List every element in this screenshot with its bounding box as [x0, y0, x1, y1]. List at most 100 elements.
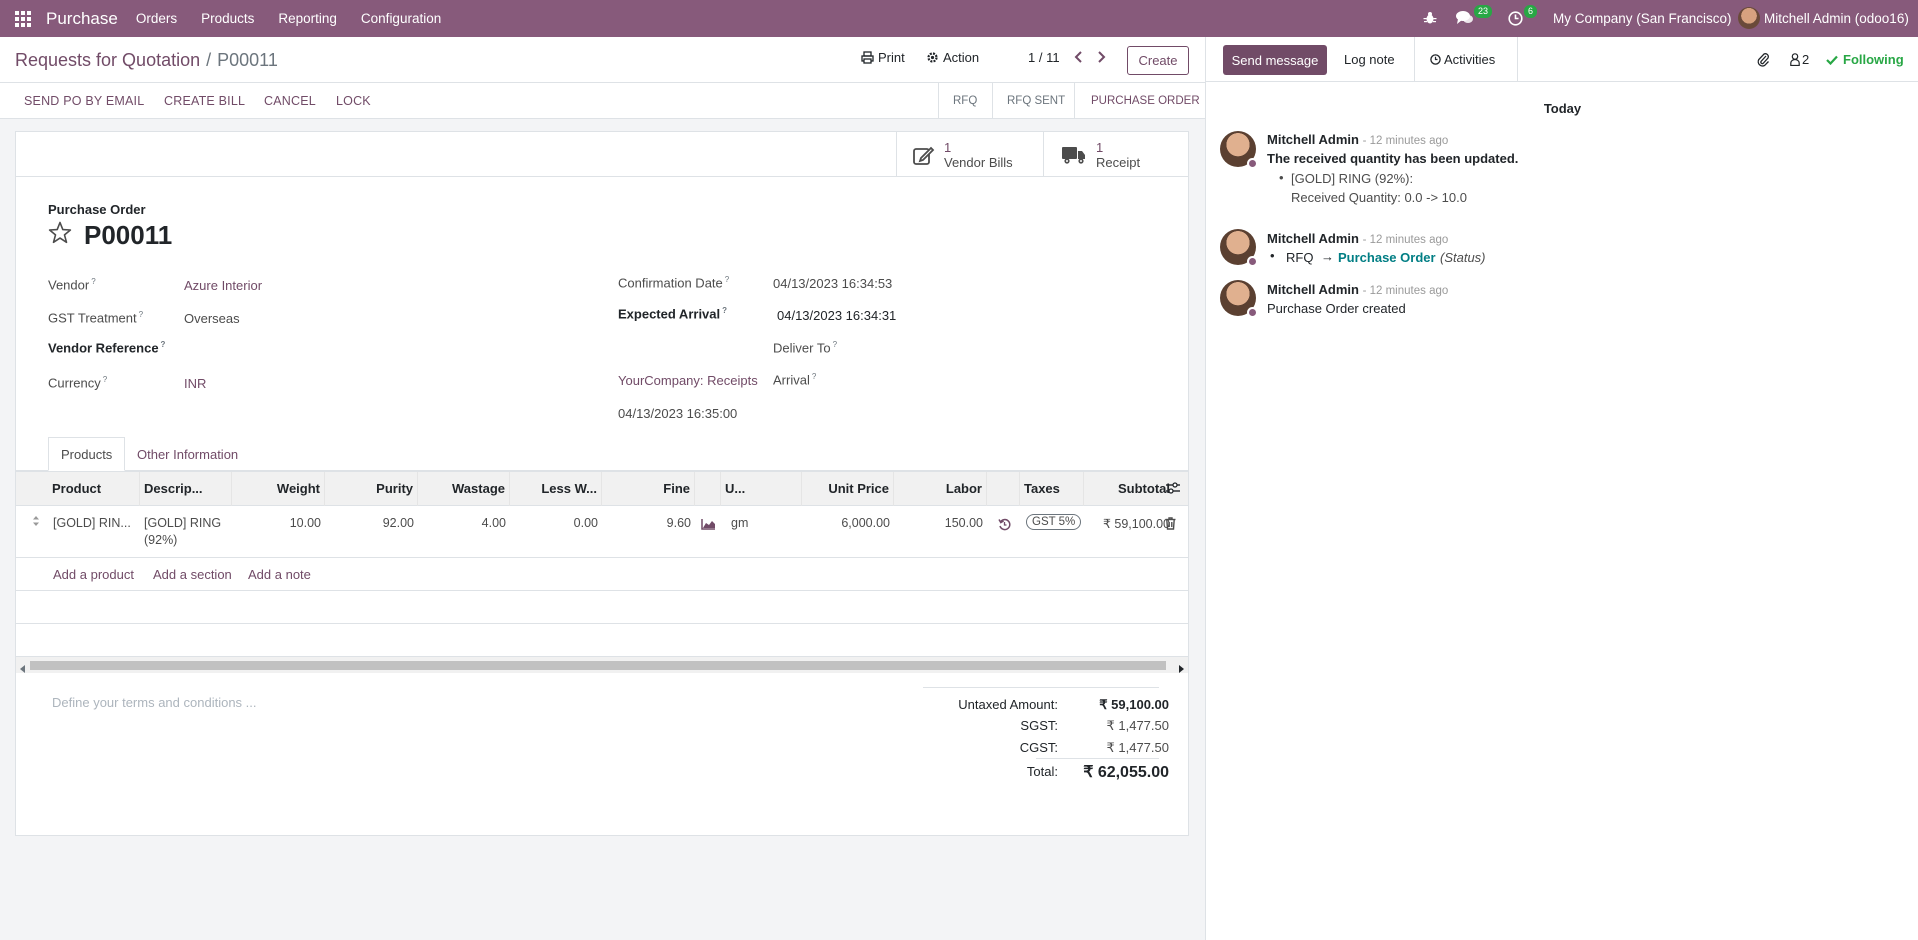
avatar[interactable]: [1220, 131, 1258, 169]
col-uom[interactable]: U...: [721, 472, 802, 506]
tax-tag[interactable]: GST 5%: [1026, 514, 1082, 530]
avatar[interactable]: [1220, 280, 1258, 318]
message-body: The received quantity has been updated.: [1267, 151, 1519, 166]
expected-arrival-field[interactable]: 04/13/2023 16:34:31: [777, 308, 896, 323]
total-value: ₹ 62,055.00: [1083, 764, 1169, 781]
send-message-button[interactable]: Send message: [1223, 45, 1327, 75]
col-product[interactable]: Product: [48, 472, 140, 506]
print-button[interactable]: Print: [861, 50, 905, 65]
create-button[interactable]: Create: [1127, 46, 1189, 75]
scrollbar-thumb[interactable]: [30, 661, 1166, 670]
col-weight[interactable]: Weight: [232, 472, 325, 506]
action-button[interactable]: Action: [926, 50, 979, 65]
col-description[interactable]: Descrip...: [140, 472, 232, 506]
menu-reporting[interactable]: Reporting: [278, 11, 337, 26]
company-switcher[interactable]: My Company (San Francisco): [1553, 11, 1732, 26]
breadcrumb-current: P00011: [217, 50, 278, 70]
tab-products[interactable]: Products: [48, 437, 126, 471]
cell-wastage[interactable]: 4.00: [418, 516, 506, 530]
message-author[interactable]: Mitchell Admin - 12 minutes ago: [1267, 132, 1448, 147]
add-section-link[interactable]: Add a section: [153, 567, 232, 582]
row-handle-icon[interactable]: [32, 515, 40, 530]
cell-purity[interactable]: 92.00: [325, 516, 414, 530]
col-fine[interactable]: Fine: [602, 472, 695, 506]
col-history: [987, 472, 1020, 506]
history-icon[interactable]: [998, 518, 1011, 534]
apps-menu-icon[interactable]: [0, 0, 46, 37]
cell-description-line1[interactable]: [GOLD] RING: [144, 516, 221, 530]
menu-configuration[interactable]: Configuration: [361, 11, 441, 26]
terms-input[interactable]: Define your terms and conditions ...: [52, 695, 257, 710]
col-purity[interactable]: Purity: [325, 472, 418, 506]
lock-button[interactable]: LOCK: [336, 94, 371, 108]
col-unit-price[interactable]: Unit Price: [802, 472, 894, 506]
menu-products[interactable]: Products: [201, 11, 254, 26]
vendor-reference-field[interactable]: [184, 336, 584, 358]
col-subtotal[interactable]: Subtotal: [1084, 472, 1174, 506]
col-wastage[interactable]: Wastage: [418, 472, 510, 506]
gst-treatment-field[interactable]: Overseas: [184, 311, 240, 326]
vendor-field[interactable]: Azure Interior: [184, 278, 262, 293]
user-avatar[interactable]: [1738, 7, 1760, 29]
forecast-chart-icon[interactable]: [701, 518, 716, 533]
cell-uom[interactable]: gm: [731, 516, 748, 530]
followers-button[interactable]: 2: [1790, 52, 1809, 67]
receipt-smart-button[interactable]: 1 Receipt: [1043, 132, 1188, 177]
cancel-button[interactable]: CANCEL: [264, 94, 316, 108]
cell-description-line2[interactable]: (92%): [144, 533, 177, 547]
cell-less-weight[interactable]: 0.00: [510, 516, 598, 530]
pager-previous-icon[interactable]: [1074, 51, 1084, 66]
send-po-by-email-button[interactable]: SEND PO BY EMAIL: [24, 94, 144, 108]
col-less-weight[interactable]: Less W...: [510, 472, 602, 506]
message-body: Purchase Order created: [1267, 301, 1406, 316]
picking-type-field[interactable]: YourCompany: Receipts: [618, 373, 758, 388]
confirmation-date-field[interactable]: 04/13/2023 16:34:53: [773, 276, 892, 291]
add-note-link[interactable]: Add a note: [248, 567, 311, 582]
add-product-link[interactable]: Add a product: [53, 567, 134, 582]
breadcrumb-rfq-link[interactable]: Requests for Quotation: [15, 50, 200, 70]
avatar[interactable]: [1220, 229, 1258, 267]
stage-rfq[interactable]: RFQ: [938, 83, 990, 119]
online-status-dot: [1247, 158, 1258, 169]
tracking-new-value: Purchase Order: [1338, 250, 1436, 265]
vendor-bills-smart-button[interactable]: 1 Vendor Bills: [896, 132, 1043, 177]
attachment-paperclip-icon[interactable]: [1756, 52, 1770, 70]
message-author[interactable]: Mitchell Admin - 12 minutes ago: [1267, 231, 1448, 246]
receipt-count: 1: [1096, 139, 1104, 155]
col-labor[interactable]: Labor: [894, 472, 987, 506]
stage-rfq-sent[interactable]: RFQ SENT: [992, 83, 1074, 119]
message-author[interactable]: Mitchell Admin - 12 minutes ago: [1267, 282, 1448, 297]
user-menu[interactable]: Mitchell Admin (odoo16): [1764, 11, 1909, 26]
tracking-old-value: RFQ: [1286, 250, 1314, 265]
pager-next-icon[interactable]: [1096, 51, 1106, 66]
deliver-to-label: Deliver To?: [773, 340, 838, 356]
currency-label: Currency?: [48, 375, 108, 391]
messages-icon[interactable]: [1456, 10, 1474, 29]
priority-star-icon[interactable]: [48, 221, 72, 247]
log-note-button[interactable]: Log note: [1344, 37, 1395, 82]
create-bill-button[interactable]: CREATE BILL: [164, 94, 245, 108]
horizontal-scrollbar[interactable]: [16, 657, 1188, 673]
activities-button[interactable]: Activities: [1430, 37, 1495, 82]
currency-field[interactable]: INR: [184, 376, 206, 391]
debug-bug-icon[interactable]: [1423, 11, 1437, 28]
cell-labor[interactable]: 150.00: [894, 516, 983, 530]
delete-trash-icon[interactable]: [1165, 517, 1176, 533]
app-name[interactable]: Purchase: [46, 9, 118, 29]
menu-orders[interactable]: Orders: [136, 11, 177, 26]
cell-weight[interactable]: 10.00: [232, 516, 321, 530]
optional-columns-icon[interactable]: [1166, 482, 1180, 497]
cell-fine[interactable]: 9.60: [602, 516, 691, 530]
chatter-tab-divider: [1517, 37, 1518, 82]
tab-other-information[interactable]: Other Information: [125, 437, 250, 471]
following-button[interactable]: Following: [1826, 52, 1904, 67]
table-row[interactable]: [GOLD] RIN... [GOLD] RING (92%) 10.00 92…: [16, 506, 1188, 557]
scroll-right-icon[interactable]: [1178, 661, 1184, 676]
activities-clock-icon[interactable]: [1508, 11, 1523, 29]
pager-value[interactable]: 1 / 11: [1028, 50, 1060, 65]
untaxed-amount-label: Untaxed Amount:: [958, 697, 1058, 712]
scroll-left-icon[interactable]: [20, 661, 26, 676]
col-taxes[interactable]: Taxes: [1020, 472, 1084, 506]
cell-product[interactable]: [GOLD] RIN...: [53, 516, 131, 530]
cell-unit-price[interactable]: 6,000.00: [802, 516, 890, 530]
